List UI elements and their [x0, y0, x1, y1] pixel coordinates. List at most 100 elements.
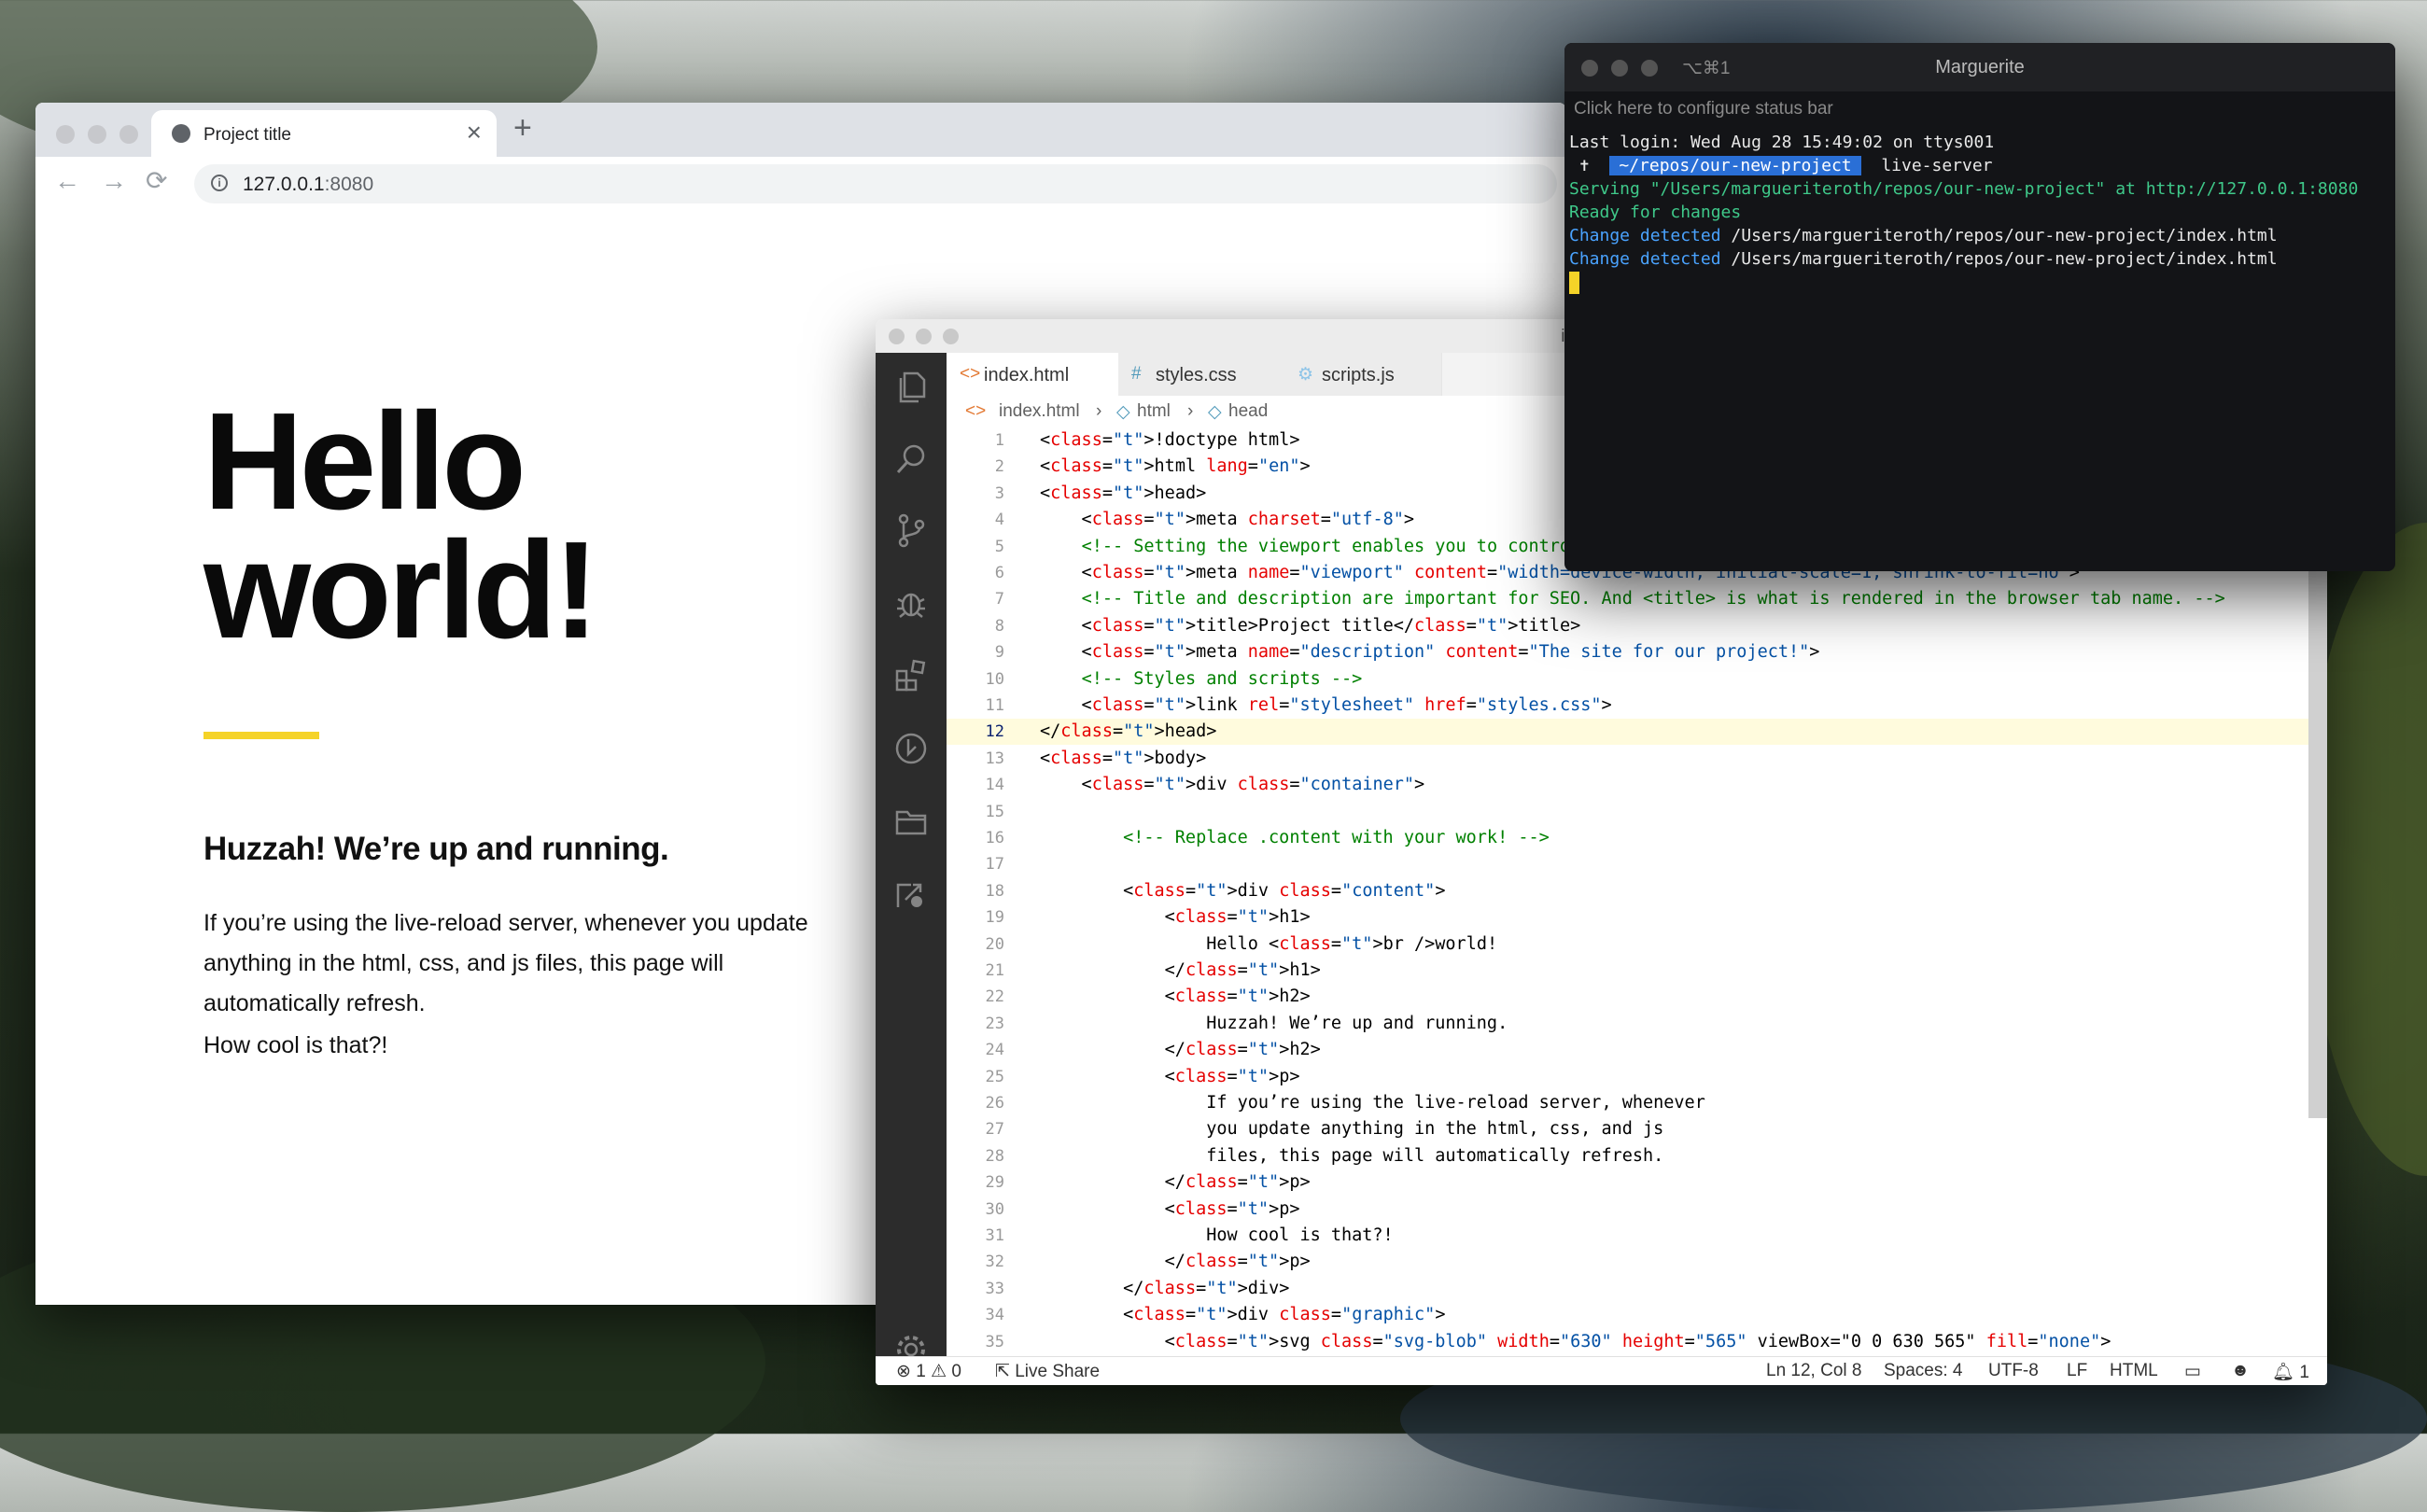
line-number: 31 [985, 1226, 1004, 1245]
code-line[interactable]: 32 </class="t">p> [947, 1249, 2308, 1275]
code-line[interactable]: 14 <class="t">div class="container"> [947, 772, 2308, 798]
code-line[interactable]: 24 </class="t">h2> [947, 1037, 2308, 1063]
address-bar[interactable]: i 127.0.0.1:8080 [194, 164, 1557, 203]
status-bar-hint[interactable]: Click here to configure status bar [1574, 99, 1833, 119]
cursor-position[interactable]: Ln 12, Col 8 [1766, 1361, 1861, 1381]
code-line[interactable]: 15 [947, 799, 2308, 825]
line-number: 28 [985, 1146, 1004, 1166]
back-arrow-icon[interactable]: ← [54, 168, 80, 194]
page-paragraph: If you’re using the live-reload server, … [203, 910, 808, 1016]
chevron-right-icon: › [1187, 401, 1194, 421]
code-line[interactable]: 18 <class="t">div class="content"> [947, 878, 2308, 904]
reload-icon[interactable]: ⟳ [146, 168, 167, 194]
close-tab-icon[interactable]: × [467, 119, 482, 146]
encoding[interactable]: UTF-8 [1988, 1361, 2039, 1381]
terminal-line: Ready for changes [1569, 203, 1742, 222]
terminal-line: ✝ ~/repos/our-new-project live-server [1578, 156, 1993, 175]
language-mode[interactable]: HTML [2110, 1361, 2158, 1381]
timeline-icon[interactable] [892, 730, 930, 767]
tab-scripts-js[interactable]: ⚙ scripts.js [1284, 353, 1442, 396]
code-text: <class="t">div class="container"> [1040, 775, 1425, 795]
code-line[interactable]: 16 <!-- Replace .content with your work!… [947, 825, 2308, 851]
address-bar-url: 127.0.0.1:8080 [243, 174, 374, 195]
problems-indicator[interactable]: ⊗ 1 ⚠ 0 [896, 1361, 961, 1382]
line-number: 22 [985, 987, 1004, 1007]
terminal-line: Change detected /Users/margueriteroth/re… [1569, 226, 2278, 245]
code-line[interactable]: 20 Hello <class="t">br />world! [947, 931, 2308, 958]
code-line[interactable]: 9 <class="t">meta name="description" con… [947, 639, 2308, 665]
code-line[interactable]: 17 [947, 851, 2308, 877]
code-line[interactable]: 7 <!-- Title and description are importa… [947, 586, 2308, 612]
terminal-line: Serving "/Users/margueriteroth/repos/our… [1569, 179, 2359, 199]
tab-label: index.html [984, 365, 1070, 385]
forward-arrow-icon[interactable]: → [101, 168, 127, 194]
tab-label: styles.css [1156, 365, 1237, 385]
page-subheading: Huzzah! We’re up and running. [203, 831, 669, 867]
css-file-icon: # [1131, 364, 1142, 384]
code-line[interactable]: 11 <class="t">link rel="stylesheet" href… [947, 693, 2308, 719]
code-line[interactable]: 22 <class="t">h2> [947, 984, 2308, 1010]
breadcrumb-item[interactable]: html [1137, 401, 1171, 422]
code-text: <class="t">html lang="en"> [1040, 456, 1311, 477]
folder-icon[interactable] [892, 803, 930, 840]
code-line[interactable]: 27 you update anything in the html, css,… [947, 1116, 2308, 1142]
code-text: <class="t">head> [1040, 483, 1207, 503]
debug-icon[interactable] [892, 584, 930, 622]
code-line[interactable]: 21 </class="t">h1> [947, 958, 2308, 984]
browser-tab-title: Project title [203, 125, 291, 145]
tab-index-html[interactable]: <> index.html [947, 353, 1119, 396]
page-paragraph: How cool is that?! [203, 1032, 388, 1058]
live-share-button[interactable]: ⇱ Live Share [995, 1361, 1100, 1382]
code-text: <!-- Title and description are important… [1081, 589, 2225, 609]
remote-explorer-icon[interactable] [892, 875, 930, 913]
window-controls[interactable] [56, 125, 138, 144]
tab-styles-css[interactable]: # styles.css [1118, 353, 1285, 396]
code-line[interactable]: 30 <class="t">p> [947, 1197, 2308, 1223]
activity-bar [876, 353, 947, 1364]
new-tab-button[interactable]: + [513, 112, 532, 144]
code-line[interactable]: 10 <!-- Styles and scripts --> [947, 666, 2308, 693]
line-number: 18 [985, 881, 1004, 901]
line-endings[interactable]: LF [2067, 1361, 2087, 1381]
extensions-icon[interactable] [892, 657, 930, 694]
code-line[interactable]: 13 <class="t">body> [947, 746, 2308, 772]
line-number: 15 [985, 802, 1004, 821]
code-line[interactable]: 35 <class="t">svg class="svg-blob" width… [947, 1329, 2308, 1355]
info-icon[interactable]: i [211, 175, 228, 191]
share-icon: ⇱ [995, 1362, 1010, 1381]
code-line[interactable]: 25 <class="t">p> [947, 1064, 2308, 1090]
code-line[interactable]: 26 If you’re using the live-reload serve… [947, 1090, 2308, 1116]
line-number: 20 [985, 934, 1004, 954]
code-line[interactable]: 19 <class="t">h1> [947, 904, 2308, 931]
code-line[interactable]: 29 </class="t">p> [947, 1169, 2308, 1196]
code-text: <class="t">link rel="stylesheet" href="s… [1040, 695, 1612, 715]
terminal-output[interactable]: Last login: Wed Aug 28 15:49:02 on ttys0… [1569, 131, 2395, 294]
code-text: </class="t">h1> [1040, 960, 1321, 980]
breadcrumb-item[interactable]: index.html [999, 401, 1080, 422]
line-number: 9 [994, 643, 1004, 663]
breadcrumb-item[interactable]: head [1228, 401, 1268, 422]
code-line[interactable]: 12 </class="t">head> [947, 719, 2308, 746]
line-number: 24 [985, 1041, 1004, 1060]
search-icon[interactable] [892, 441, 930, 478]
code-line[interactable]: 34 <class="t">div class="graphic"> [947, 1302, 2308, 1328]
browser-tab[interactable]: Project title × [151, 110, 497, 157]
feedback-icon[interactable]: ☻ [2231, 1361, 2250, 1381]
code-line[interactable]: 28 files, this page will automatically r… [947, 1143, 2308, 1169]
indentation[interactable]: Spaces: 4 [1884, 1361, 1963, 1381]
source-control-icon[interactable] [892, 511, 930, 549]
line-number: 30 [985, 1199, 1004, 1219]
code-line[interactable]: 33 </class="t">div> [947, 1276, 2308, 1302]
notifications-bell[interactable]: 🔔︎ 1 [2272, 1361, 2309, 1383]
code-line[interactable]: 23 Huzzah! We’re up and running. [947, 1011, 2308, 1037]
terminal-title-bar: ⌥⌘1 Marguerite [1564, 43, 2395, 91]
element-icon: ◇ [1208, 402, 1222, 422]
code-text: </class="t">head> [1040, 721, 1217, 742]
code-line[interactable]: 8 <class="t">title>Project title</class=… [947, 613, 2308, 639]
code-line[interactable]: 31 How cool is that?! [947, 1223, 2308, 1249]
terminal-icon[interactable]: ▭ [2184, 1361, 2201, 1382]
line-number: 12 [985, 722, 1004, 742]
code-text: <class="t">div class="content"> [1040, 880, 1446, 901]
code-text: <!-- Replace .content with your work! --… [1123, 828, 1550, 847]
explorer-icon[interactable] [892, 368, 930, 405]
